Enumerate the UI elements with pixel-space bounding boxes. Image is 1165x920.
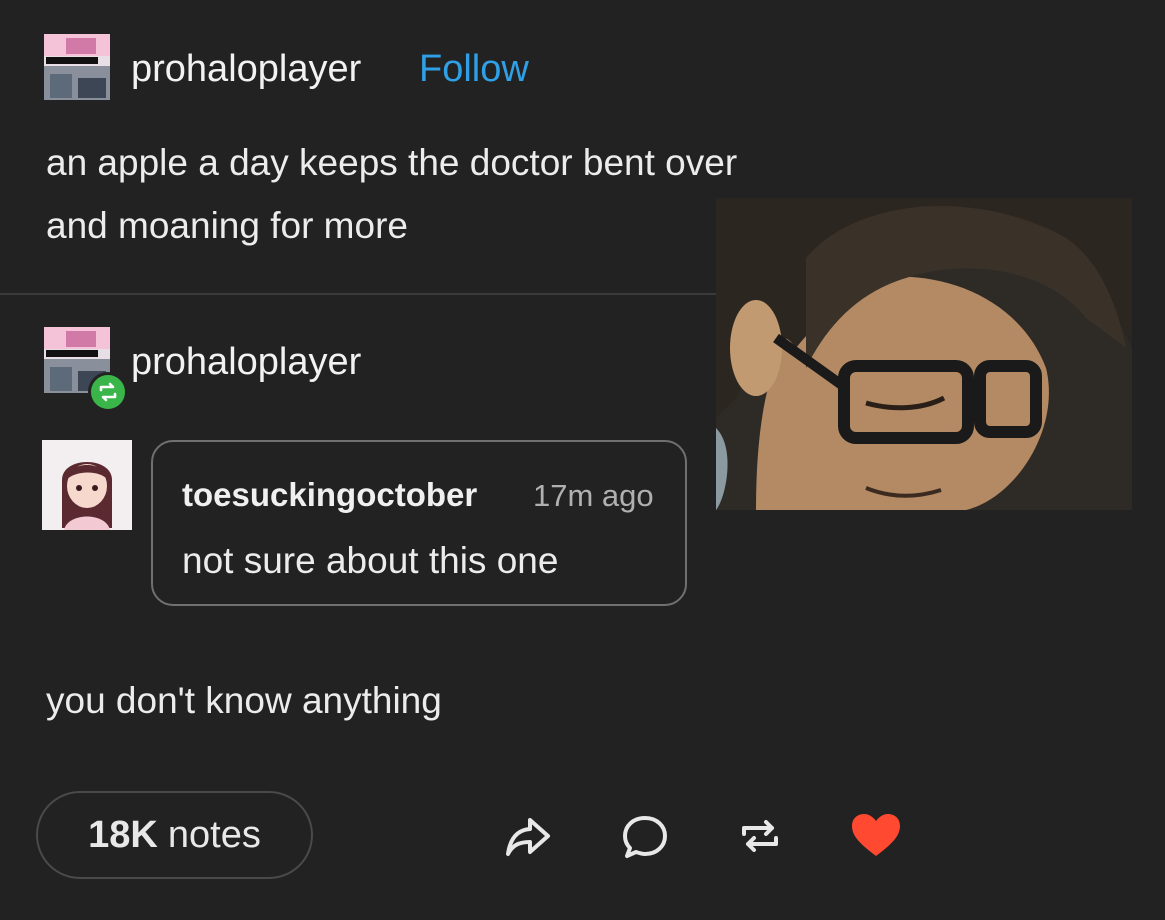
post-body-line-1: an apple a day keeps the doctor bent ove… xyxy=(46,142,738,183)
comment-text: not sure about this one xyxy=(182,540,559,581)
notes-count: 18K xyxy=(88,813,158,856)
commenter-avatar[interactable] xyxy=(42,440,132,530)
reblog-badge-icon xyxy=(88,372,128,412)
reply-text: you don't know anything xyxy=(46,680,442,721)
avatar[interactable] xyxy=(44,34,110,100)
commenter-username[interactable]: toesuckingoctober xyxy=(182,476,477,514)
share-icon[interactable] xyxy=(500,808,556,864)
comment-timestamp: 17m ago xyxy=(533,478,654,513)
post-username[interactable]: prohaloplayer xyxy=(131,48,361,91)
divider xyxy=(0,293,720,295)
reblog-username[interactable]: prohaloplayer xyxy=(131,341,361,384)
notes-button[interactable]: 18K notes xyxy=(36,791,313,879)
notes-label: notes xyxy=(167,813,261,856)
reaction-image xyxy=(716,198,1132,510)
comment-icon[interactable] xyxy=(617,808,673,864)
reblog-icon[interactable] xyxy=(732,808,788,864)
follow-button[interactable]: Follow xyxy=(419,48,529,91)
post-body-line-2: and moaning for more xyxy=(46,205,408,246)
heart-icon[interactable] xyxy=(848,808,904,864)
